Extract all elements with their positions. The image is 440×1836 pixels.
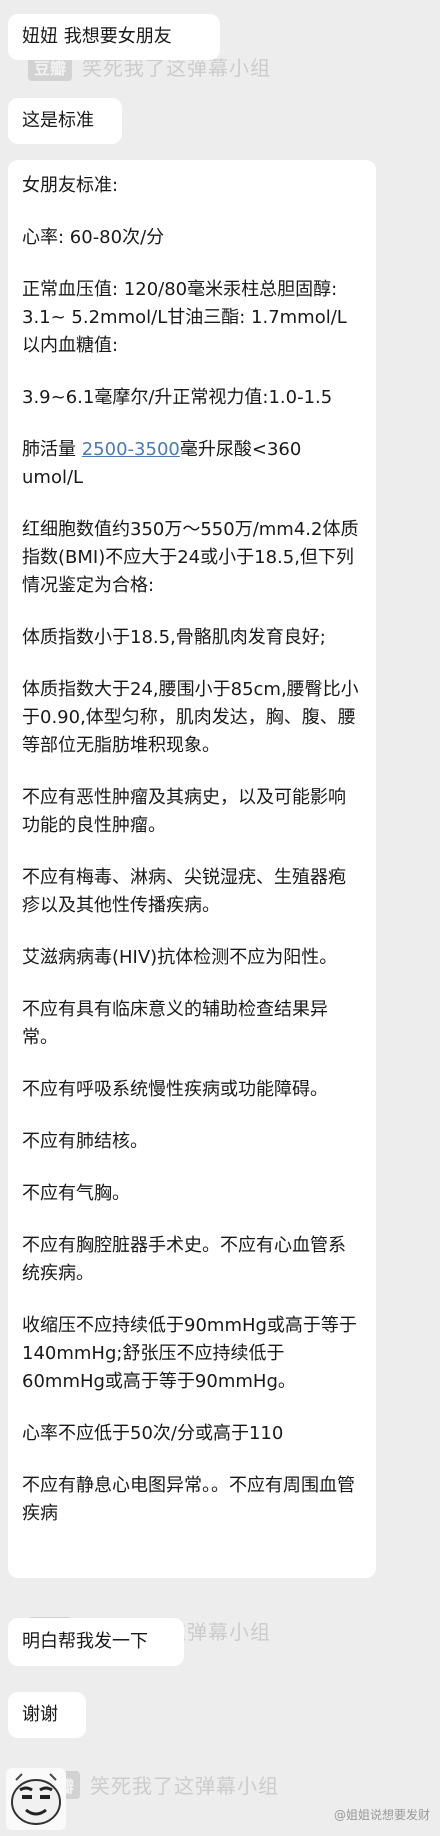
message-paragraph: 不应有胸腔脏器手术史。不应有心血管系统疾病。 bbox=[22, 1235, 346, 1284]
message-paragraph: 不应有呼吸系统慢性疾病或功能障碍。 bbox=[22, 1079, 328, 1100]
message-paragraph: 正常血压值: 120/80毫米汞柱总胆固醇: 3.1~ 5.2mmol/L甘油三… bbox=[22, 279, 347, 356]
message-paragraph: 3.9~6.1毫摩尔/升正常视力值:1.0-1.5 bbox=[22, 387, 333, 408]
message-paragraph: 不应有静息心电图异常。。不应有周围血管疾病 bbox=[22, 1475, 355, 1524]
text-fragment: 肺活量 bbox=[22, 439, 82, 460]
chat-bubble[interactable]: 明白帮我发一下 bbox=[8, 1618, 184, 1666]
message-paragraph: 红细胞数值约350万～550万/mm4.2体质指数(BMI)不应大于24或小于1… bbox=[22, 519, 359, 596]
detected-link[interactable]: 2500-3500 bbox=[82, 439, 180, 460]
message-paragraph: 女朋友标准: bbox=[22, 175, 119, 196]
source-credit: @姐姐说想要发财 bbox=[333, 1808, 430, 1822]
message-text: 这是标准 bbox=[22, 110, 94, 131]
message-paragraph: 不应有梅毒、淋病、尖锐湿疣、生殖器疱疹以及其他性传播疾病。 bbox=[22, 867, 346, 916]
message-paragraph: 体质指数小于18.5,骨骼肌肉发育良好; bbox=[22, 627, 326, 648]
sticker-face-icon[interactable] bbox=[6, 1768, 66, 1830]
message-paragraph: 不应有肺结核。 bbox=[22, 1131, 148, 1152]
message-paragraph: 不应有恶性肿瘤及其病史，以及可能影响功能的良性肿瘤。 bbox=[22, 787, 346, 836]
message-paragraph: 收缩压不应持续低于90mmHg或高于等于140mmHg;舒张压不应持续低于60m… bbox=[22, 1315, 357, 1392]
chat-bubble[interactable]: 这是标准 bbox=[8, 98, 122, 144]
chat-bubble[interactable]: 谢谢 bbox=[8, 1692, 86, 1738]
message-text: 妞妞 我想要女朋友 bbox=[22, 26, 172, 47]
message-paragraph: 不应有气胸。 bbox=[22, 1183, 130, 1204]
watermark: 豆瓣 笑死我了这弹幕小组 bbox=[36, 1770, 279, 1799]
message-paragraph: 不应有具有临床意义的辅助检查结果异常。 bbox=[22, 999, 328, 1048]
message-paragraph: 艾滋病病毒(HIV)抗体检测不应为阳性。 bbox=[22, 947, 338, 968]
message-paragraph: 心率不应低于50次/分或高于110 bbox=[22, 1423, 284, 1444]
message-paragraph: 体质指数大于24,腰围小于85cm,腰臀比小于0.90,体型匀称，肌肉发达，胸、… bbox=[22, 679, 359, 756]
chat-bubble-long[interactable]: 女朋友标准: 心率: 60-80次/分 正常血压值: 120/80毫米汞柱总胆固… bbox=[8, 160, 376, 1578]
watermark-text: 笑死我了这弹幕小组 bbox=[90, 1774, 280, 1798]
message-paragraph: 心率: 60-80次/分 bbox=[22, 227, 165, 248]
chat-bubble[interactable]: 妞妞 我想要女朋友 bbox=[8, 14, 220, 60]
message-text: 谢谢 bbox=[22, 1704, 58, 1725]
message-text: 明白帮我发一下 bbox=[22, 1631, 148, 1652]
message-paragraph: 肺活量 2500-3500毫升尿酸<360 umol/L bbox=[22, 436, 362, 492]
